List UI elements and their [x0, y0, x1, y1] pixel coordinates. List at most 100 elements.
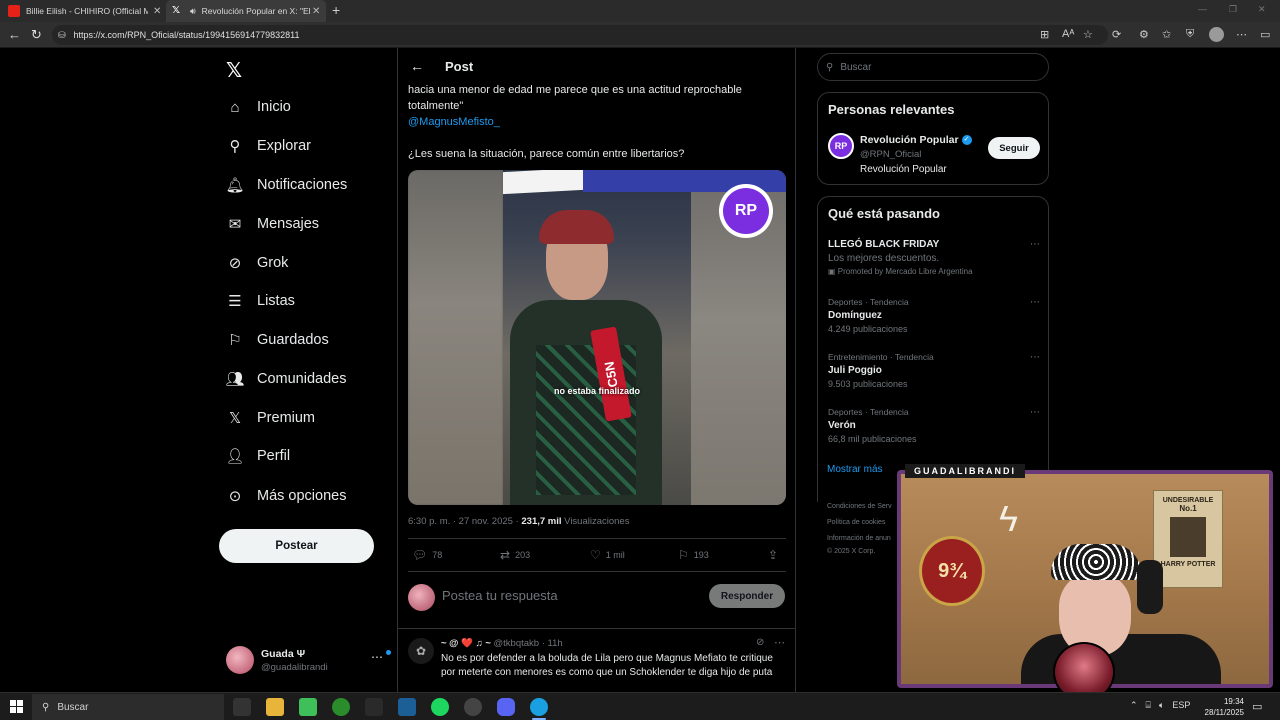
- extension-icon[interactable]: ⚙: [1139, 28, 1149, 41]
- favorites-icon[interactable]: ✩: [1162, 28, 1171, 41]
- search-icon: ⚲: [42, 701, 50, 713]
- reply-text-line: por meterte con menores es como que un S…: [441, 667, 773, 678]
- post-video[interactable]: C5N RP no estaba finalizado: [408, 170, 786, 505]
- edge-browser-icon[interactable]: [530, 698, 548, 716]
- discord-icon[interactable]: [497, 698, 515, 716]
- maximize-icon[interactable]: ❐: [1229, 4, 1237, 15]
- game-icon[interactable]: [299, 698, 317, 716]
- nav-item-premium[interactable]: 𝕏 Premium: [226, 405, 315, 431]
- more-icon[interactable]: ⋯: [1030, 352, 1040, 363]
- footer-link[interactable]: Política de cookies: [827, 519, 885, 526]
- task-view-icon[interactable]: [233, 698, 251, 716]
- like-action[interactable]: ♡ 1 mil: [590, 548, 625, 562]
- more-icon[interactable]: ⋯: [1030, 239, 1040, 250]
- minimize-icon[interactable]: —: [1198, 4, 1207, 14]
- site-info-icon[interactable]: ⛁: [58, 30, 66, 41]
- browser-tab-bar: Billie Eilish - CHIHIRO (Official Mu ✕ 𝕏…: [0, 0, 1280, 22]
- x-logo-icon[interactable]: 𝕏: [226, 58, 242, 83]
- url-field[interactable]: ⛁ https://x.com/RPN_Oficial/status/19941…: [52, 25, 1108, 45]
- network-icon[interactable]: ⌸: [1146, 700, 1151, 711]
- volume-icon[interactable]: 🔈︎: [1159, 700, 1164, 711]
- taskbar-search[interactable]: ⚲ Buscar: [32, 694, 224, 720]
- footer-link[interactable]: Información de anun: [827, 535, 891, 542]
- grok-icon[interactable]: ⊘: [756, 637, 764, 648]
- nav-item-grok[interactable]: ⊘ Grok: [226, 250, 289, 276]
- show-more-link[interactable]: Mostrar más: [827, 464, 883, 475]
- more-icon[interactable]: ⋯: [1030, 297, 1040, 308]
- nav-item-explorar[interactable]: ⚲ Explorar: [226, 133, 312, 159]
- notifications-icon[interactable]: ▭: [1252, 700, 1262, 713]
- post-timestamp[interactable]: 6:30 p. m. · 27 nov. 2025 ·: [408, 516, 521, 527]
- reply-input[interactable]: Postea tu respuesta: [442, 588, 558, 603]
- user-handle: @guadalibrandi: [261, 662, 328, 673]
- nav-item-inicio[interactable]: ⌂ Inicio: [226, 94, 290, 120]
- bookmark-action[interactable]: ⚐ 193: [678, 548, 709, 562]
- mention-link[interactable]: @MagnusMefisto_: [408, 114, 500, 130]
- nav-item-mensajes[interactable]: ✉ Mensajes: [226, 211, 319, 237]
- nav-item-guardados[interactable]: ⚐ Guardados: [226, 327, 328, 353]
- favorite-star-icon[interactable]: ☆: [1083, 28, 1093, 41]
- apps-icon[interactable]: ⊞: [1040, 28, 1049, 41]
- epic-games-icon[interactable]: [365, 698, 383, 716]
- refresh-ext-icon[interactable]: ⟳: [1112, 28, 1121, 41]
- nav-item-perfil[interactable]: 👤︎ Perfil: [225, 443, 290, 469]
- speaker-icon[interactable]: 🔊︎: [190, 6, 196, 17]
- back-icon[interactable]: ←: [8, 27, 21, 42]
- reply-time[interactable]: · 11h: [542, 638, 563, 649]
- more-icon[interactable]: ⋯: [774, 636, 785, 649]
- obs-icon[interactable]: [464, 698, 482, 716]
- spotify-icon[interactable]: [431, 698, 449, 716]
- browser-tab-x[interactable]: 𝕏 🔊︎ Revolución Popular en X: "El ✕: [166, 0, 326, 22]
- person-name[interactable]: Revolución Popular ✓: [860, 134, 972, 146]
- close-tab-icon[interactable]: ✕: [153, 6, 161, 17]
- sidebar-icon[interactable]: ▭: [1260, 28, 1270, 41]
- trend-item[interactable]: Entretenimiento · Tendencia Juli Poggio …: [828, 352, 1040, 389]
- refresh-icon[interactable]: ↻: [31, 27, 42, 43]
- trend-item[interactable]: LLEGÓ BLACK FRIDAY Los mejores descuento…: [828, 239, 1040, 276]
- reply-text-line: No es por defender a la boluda de Lila p…: [441, 653, 773, 664]
- read-aloud-icon[interactable]: Aᴬ: [1062, 28, 1074, 40]
- clock[interactable]: 19:34 28/11/2025: [1196, 696, 1244, 718]
- search-input[interactable]: ⚲ Buscar: [817, 53, 1049, 81]
- footer-link[interactable]: Condiciones de Serv: [827, 503, 892, 510]
- windows-start-icon[interactable]: [10, 700, 23, 713]
- trend-item[interactable]: Deportes · Tendencia Verón 66,8 mil publ…: [828, 407, 1040, 444]
- nav-item-notificaciones[interactable]: 🔔︎ Notificaciones: [225, 172, 347, 198]
- trend-title: Juli Poggio: [828, 365, 882, 376]
- nav-item-mas-opciones[interactable]: ⊙ Más opciones: [226, 483, 347, 509]
- account-switcher[interactable]: Guada Ψ @guadalibrandi ⋯: [226, 644, 391, 680]
- nav-item-comunidades[interactable]: 👥︎ Comunidades: [225, 366, 346, 392]
- person-bio: Revolución Popular: [860, 164, 947, 175]
- steam-icon[interactable]: [398, 698, 416, 716]
- language-indicator[interactable]: ESP: [1172, 700, 1190, 711]
- new-tab-button[interactable]: +: [332, 2, 340, 18]
- reply-button[interactable]: Responder: [709, 584, 785, 608]
- profile-avatar[interactable]: [1209, 27, 1224, 42]
- trend-item[interactable]: Deportes · Tendencia Domínguez 4.249 pub…: [828, 297, 1040, 334]
- nav-item-listas[interactable]: ☰ Listas: [226, 288, 295, 314]
- chevron-up-icon[interactable]: ⌃: [1130, 700, 1138, 711]
- system-tray: ⌃ ⌸ 🔈︎ ESP: [1130, 700, 1190, 711]
- close-tab-icon[interactable]: ✕: [312, 6, 320, 17]
- avatar[interactable]: RP: [828, 133, 854, 159]
- reply-author-name[interactable]: ~ @ ❤️ ♫ ~: [441, 638, 491, 649]
- follow-button[interactable]: Seguir: [988, 137, 1040, 159]
- more-icon[interactable]: ⋯: [371, 650, 383, 664]
- reply-author-handle[interactable]: @tkbqtakb: [494, 638, 540, 649]
- menu-dots-icon[interactable]: ⋯: [1236, 28, 1247, 41]
- back-arrow-icon[interactable]: ←: [410, 58, 424, 74]
- more-icon[interactable]: ⋯: [1030, 407, 1040, 418]
- post-button[interactable]: Postear: [219, 529, 374, 563]
- browser-tab-youtube[interactable]: Billie Eilish - CHIHIRO (Official Mu ✕: [8, 0, 166, 22]
- xbox-icon[interactable]: [332, 698, 350, 716]
- avatar[interactable]: ✿: [408, 638, 434, 664]
- shield-icon[interactable]: ⛨: [1186, 28, 1194, 41]
- share-action[interactable]: ⇪: [768, 548, 783, 562]
- reply-action[interactable]: 💬︎ 78: [412, 548, 442, 562]
- reply-icon: 💬︎: [412, 548, 428, 562]
- person-icon: 👤︎: [225, 448, 245, 465]
- close-window-icon[interactable]: ✕: [1258, 4, 1266, 15]
- bookmark-icon: ⚐: [678, 548, 689, 562]
- repost-action[interactable]: ⇄ 203: [500, 548, 530, 562]
- file-explorer-icon[interactable]: [266, 698, 284, 716]
